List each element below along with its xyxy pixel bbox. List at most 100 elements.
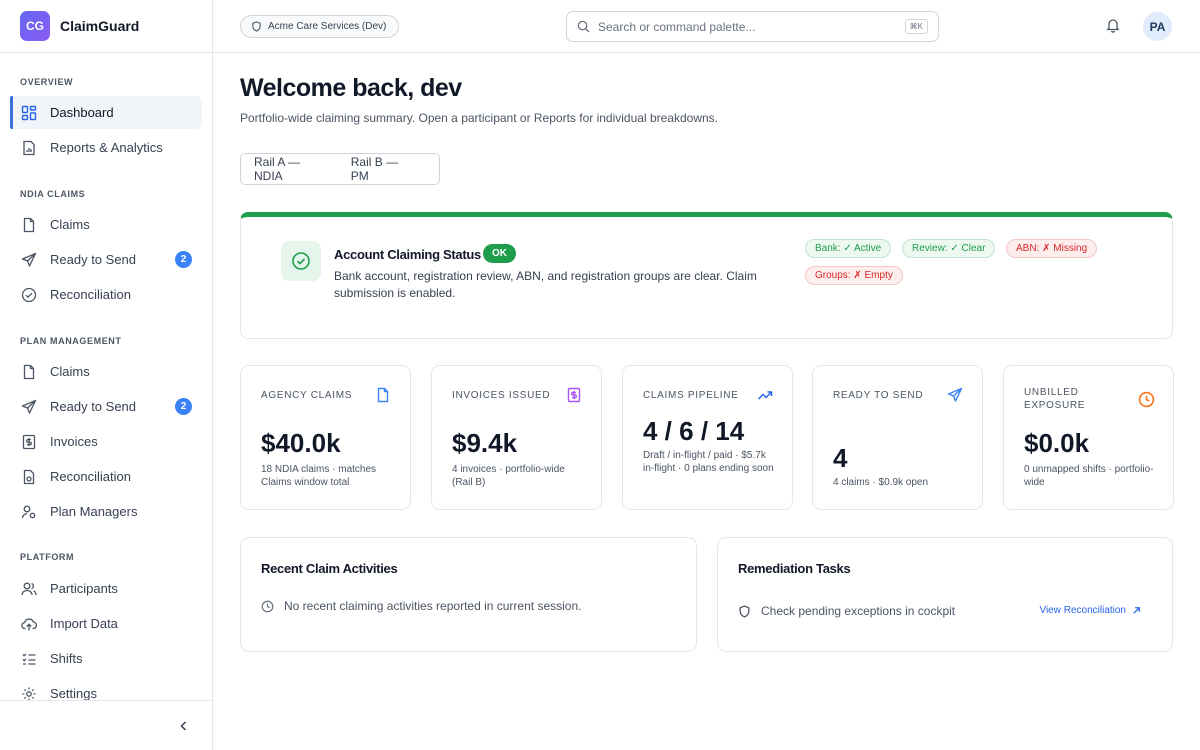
sidebar-item-ndia-ready-to-send[interactable]: Ready to Send 2 (10, 243, 202, 276)
count-badge: 2 (175, 398, 192, 415)
metric-value: 4 / 6 / 14 (643, 416, 745, 446)
send-icon (20, 251, 38, 269)
status-badge: OK (483, 244, 516, 263)
review-status-chip: Review: ✓ Clear (902, 239, 996, 258)
sidebar-item-label: Participants (50, 581, 118, 596)
metric-value: $0.0k (1024, 428, 1090, 458)
sidebar-item-label: Invoices (50, 434, 98, 449)
sidebar-item-label: Ready to Send (50, 252, 137, 267)
page-title: Welcome back, dev (240, 74, 462, 102)
sidebar-item-label: Claims (50, 217, 90, 232)
link-label: View Reconciliation (1039, 605, 1126, 616)
sidebar-item-shifts[interactable]: Shifts (10, 642, 202, 675)
empty-state: No recent claiming activities reported i… (261, 599, 581, 613)
file-check-icon (20, 468, 38, 486)
check-circle-icon (20, 286, 38, 304)
metric-label: CLAIMS PIPELINE (643, 390, 739, 401)
trending-up-icon (756, 386, 774, 404)
metric-note: 18 NDIA claims · matches Claims window t… (261, 464, 377, 488)
bell-icon (1106, 19, 1120, 33)
remediation-tasks-panel: Remediation Tasks Check pending exceptio… (717, 537, 1173, 652)
metric-note: 4 invoices · portfolio-wide (Rail B) (452, 464, 565, 488)
bank-status-chip: Bank: ✓ Active (805, 239, 892, 258)
panel-title: Remediation Tasks (738, 561, 851, 576)
metric-card-claims-pipeline[interactable]: CLAIMS PIPELINE 4 / 6 / 14 Draft / in-fl… (622, 365, 793, 510)
page-subtitle: Portfolio-wide claiming summary. Open a … (240, 111, 718, 125)
sidebar-item-label: Claims (50, 364, 90, 379)
arrow-up-right-icon (1133, 607, 1140, 614)
report-icon (20, 139, 38, 157)
sidebar-item-label: Import Data (50, 616, 118, 631)
recent-activities-panel: Recent Claim Activities No recent claimi… (240, 537, 697, 652)
metric-value: $40.0k (261, 428, 341, 458)
search-input[interactable] (598, 19, 888, 34)
brand[interactable]: CG ClaimGuard (0, 0, 212, 53)
sidebar-item-reports[interactable]: Reports & Analytics (10, 131, 202, 164)
sidebar-item-label: Reports & Analytics (50, 140, 163, 155)
status-title: Account Claiming Status (334, 247, 481, 262)
empty-state-text: No recent claiming activities reported i… (284, 599, 582, 613)
remediation-task: Check pending exceptions in cockpit (738, 604, 955, 618)
metric-card-invoices-issued[interactable]: INVOICES ISSUED $9.4k 4 invoices · portf… (431, 365, 602, 510)
sidebar-item-import-data[interactable]: Import Data (10, 607, 202, 640)
notifications-button[interactable] (1105, 17, 1123, 35)
abn-status-chip: ABN: ✗ Missing (1006, 239, 1098, 258)
metric-card-unbilled-exposure[interactable]: UNBILLED EXPOSURE $0.0k 0 unmapped shift… (1003, 365, 1174, 510)
metric-note: 0 unmapped shifts · portfolio-wide (1024, 464, 1154, 488)
avatar[interactable]: PA (1143, 12, 1172, 41)
document-icon (374, 386, 392, 404)
metric-value: 4 (833, 443, 848, 473)
grid-icon (20, 104, 38, 122)
shield-icon (739, 604, 750, 618)
remediation-task-text: Check pending exceptions in cockpit (761, 604, 956, 618)
org-name: Acme Care Services (Dev) (268, 21, 387, 32)
count-badge: 2 (175, 251, 192, 268)
metric-note: Draft / in-flight / paid · $5.7k in-flig… (643, 450, 774, 474)
sidebar-footer (0, 700, 212, 750)
clock-icon (261, 600, 274, 612)
sidebar-item-plan-managers[interactable]: Plan Managers (10, 495, 202, 528)
sidebar-item-participants[interactable]: Participants (10, 572, 202, 605)
document-icon (20, 216, 38, 234)
brand-name: ClaimGuard (60, 18, 140, 34)
sidebar-item-label: Settings (50, 686, 97, 701)
shield-icon (252, 21, 261, 32)
tab-rail-b[interactable]: Rail B — PM (351, 155, 413, 183)
sidebar-item-label: Plan Managers (50, 504, 138, 519)
view-reconciliation-link[interactable]: View Reconciliation (1039, 605, 1141, 616)
sidebar-item-label: Reconciliation (50, 287, 131, 302)
metric-label: UNBILLED EXPOSURE (1024, 387, 1086, 411)
top-header: Acme Care Services (Dev) ⌘K PA (213, 0, 1200, 53)
sidebar-item-invoices[interactable]: Invoices (10, 425, 202, 458)
send-icon (20, 398, 38, 416)
panel-title: Recent Claim Activities (261, 561, 398, 576)
metric-card-ready-to-send[interactable]: READY TO SEND 4 4 claims · $0.9k open (812, 365, 983, 510)
status-description: Bank account, registration review, ABN, … (334, 269, 757, 300)
section-title-ndia-claims: NDIA CLAIMS (20, 189, 86, 199)
sidebar-item-label: Dashboard (50, 105, 114, 120)
sidebar-item-pm-ready-to-send[interactable]: Ready to Send 2 (10, 390, 202, 423)
metric-label: READY TO SEND (833, 390, 924, 401)
sidebar-item-dashboard[interactable]: Dashboard (10, 96, 202, 129)
metric-card-agency-claims[interactable]: AGENCY CLAIMS $40.0k 18 NDIA claims · ma… (240, 365, 411, 510)
sidebar-item-ndia-claims[interactable]: Claims (10, 208, 202, 241)
invoice-icon (20, 433, 38, 451)
list-icon (20, 650, 38, 668)
metric-label: AGENCY CLAIMS (261, 390, 353, 401)
users-icon (20, 580, 38, 598)
invoice-icon (565, 386, 583, 404)
chevron-left-icon (180, 721, 187, 731)
tab-rail-a[interactable]: Rail A — NDIA (254, 155, 325, 183)
section-title-overview: OVERVIEW (20, 77, 74, 87)
search-box[interactable]: ⌘K (566, 11, 939, 42)
org-switcher[interactable]: Acme Care Services (Dev) (240, 15, 400, 38)
search-icon (577, 20, 590, 33)
brand-logo: CG (20, 11, 50, 41)
user-cog-icon (20, 503, 38, 521)
metric-value: $9.4k (452, 428, 518, 458)
collapse-sidebar-button[interactable] (174, 716, 194, 736)
sidebar-item-ndia-reconciliation[interactable]: Reconciliation (10, 278, 202, 311)
sidebar: CG ClaimGuard OVERVIEW Dashboard Reports… (0, 0, 213, 750)
sidebar-item-pm-claims[interactable]: Claims (10, 355, 202, 388)
sidebar-item-pm-reconciliation[interactable]: Reconciliation (10, 460, 202, 493)
